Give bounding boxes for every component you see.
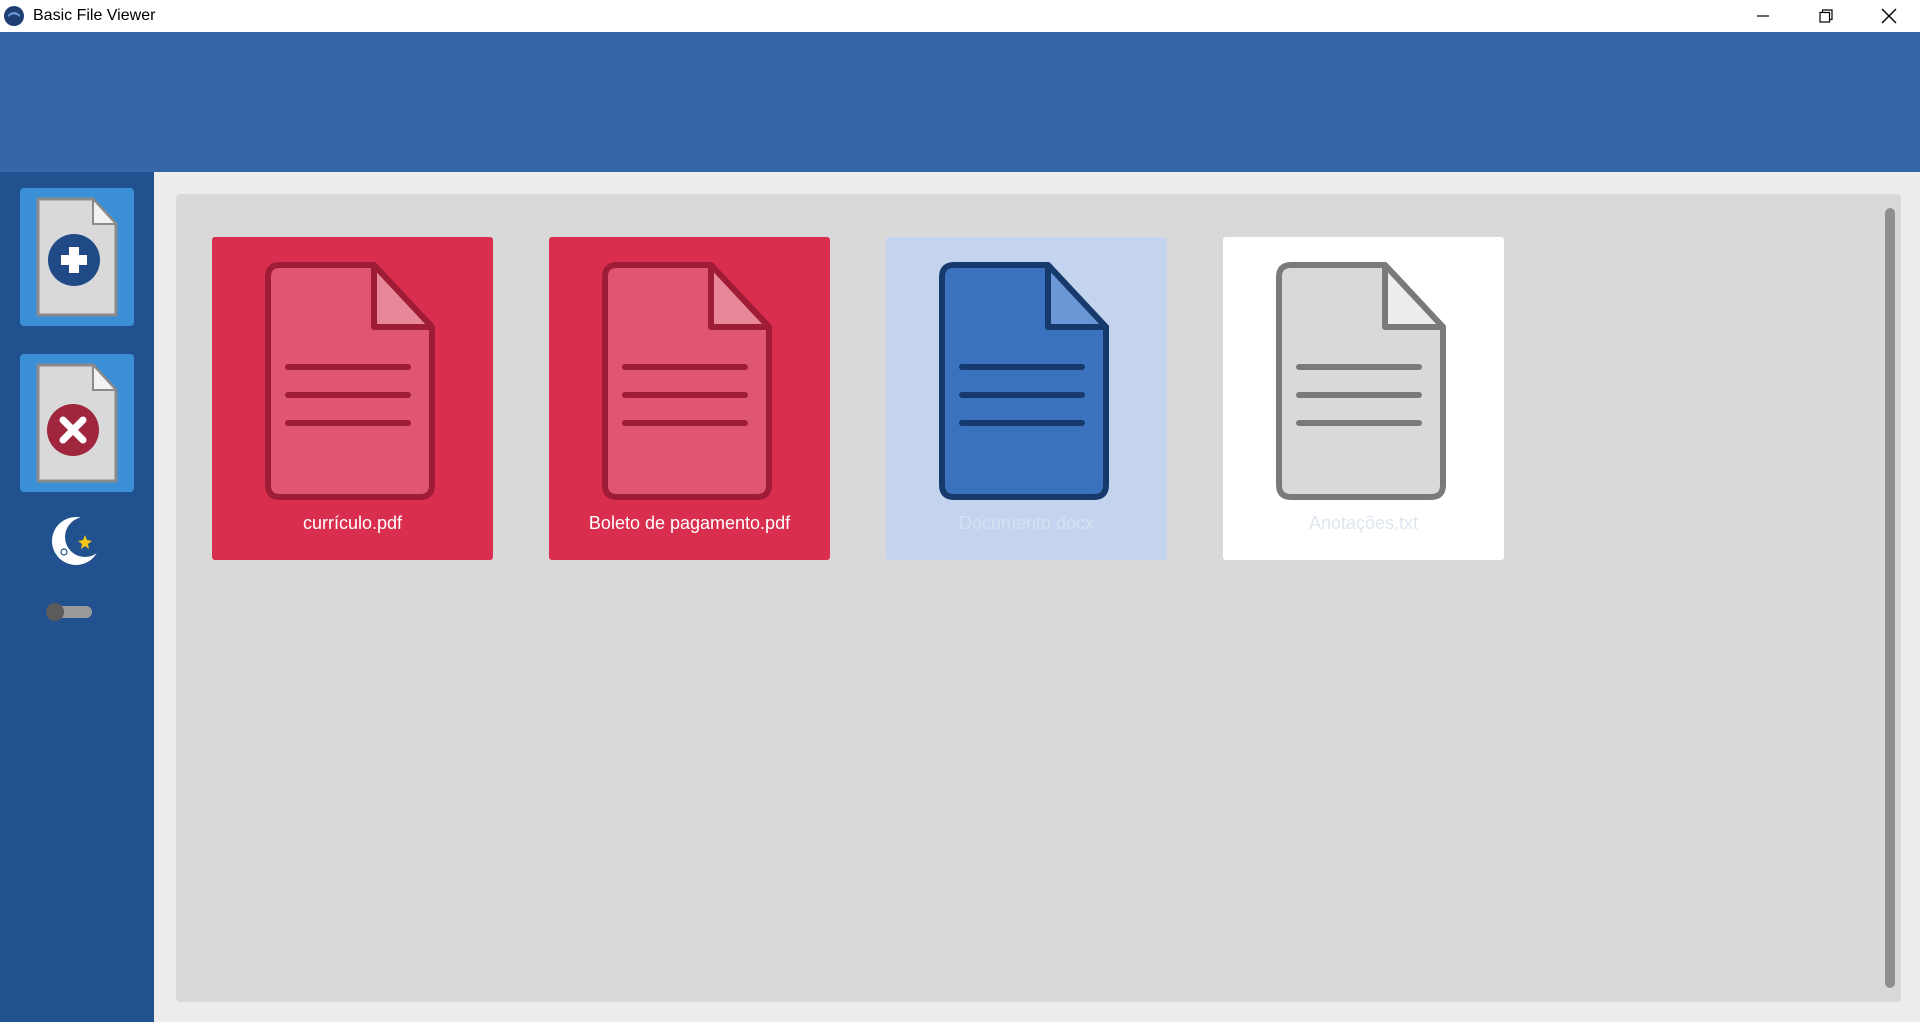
file-name: currículo.pdf bbox=[302, 513, 403, 533]
file-card[interactable]: Anotações.txt bbox=[1223, 237, 1504, 560]
sidebar bbox=[0, 172, 154, 1022]
header-banner bbox=[0, 32, 1920, 172]
file-card[interactable]: currículo.pdf bbox=[212, 237, 493, 560]
toggle-knob bbox=[46, 603, 64, 621]
window-title: Basic File Viewer bbox=[33, 7, 156, 24]
file-name: Boleto de pagamento.pdf bbox=[588, 513, 791, 533]
remove-file-button[interactable] bbox=[20, 354, 134, 492]
pdf-file-icon bbox=[602, 262, 772, 500]
add-file-icon bbox=[36, 196, 119, 317]
file-name: Documento.docx bbox=[958, 513, 1095, 533]
dark-mode-toggle[interactable] bbox=[46, 603, 94, 621]
close-button[interactable] bbox=[1857, 0, 1920, 32]
file-card[interactable]: Boleto de pagamento.pdf bbox=[549, 237, 830, 560]
minimize-icon bbox=[1756, 15, 1769, 17]
restore-icon bbox=[1818, 9, 1833, 23]
file-card[interactable]: Documento.docx bbox=[886, 237, 1167, 560]
add-file-button[interactable] bbox=[20, 188, 134, 326]
title-bar: Basic File Viewer bbox=[0, 0, 1920, 32]
pdf-file-icon bbox=[265, 262, 435, 500]
remove-file-icon bbox=[36, 362, 119, 483]
close-icon bbox=[1881, 8, 1896, 24]
moon-star-icon bbox=[52, 514, 105, 568]
restore-button[interactable] bbox=[1794, 0, 1857, 32]
file-name: Anotações.txt bbox=[1308, 513, 1419, 533]
app-logo-icon bbox=[3, 5, 25, 27]
file-grid-panel: currículo.pdf Boleto de pagamento.pdf Do… bbox=[176, 194, 1901, 1002]
minimize-button[interactable] bbox=[1731, 0, 1794, 32]
content-area: currículo.pdf Boleto de pagamento.pdf Do… bbox=[154, 172, 1920, 1022]
txt-file-icon bbox=[1276, 262, 1446, 500]
docx-file-icon bbox=[939, 262, 1109, 500]
vertical-scrollbar[interactable] bbox=[1885, 208, 1895, 988]
